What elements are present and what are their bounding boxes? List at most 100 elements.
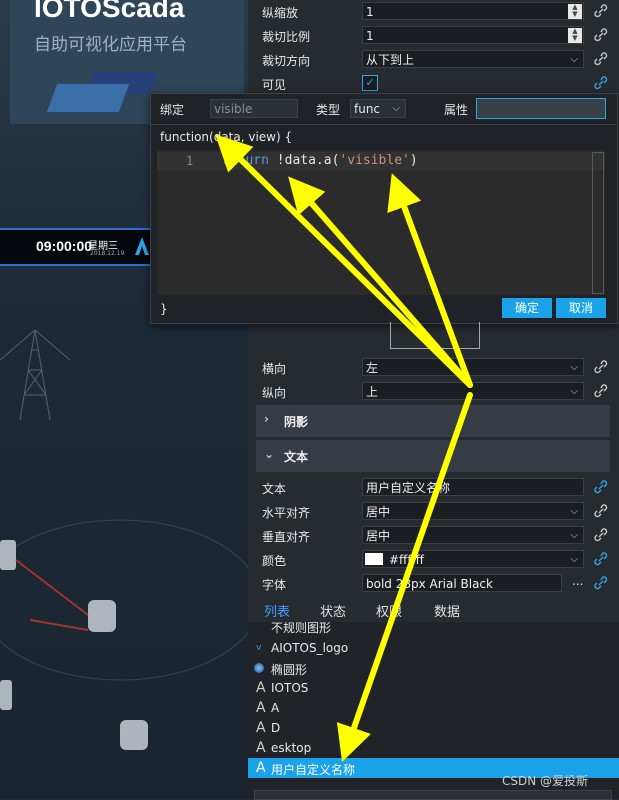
link-icon[interactable] xyxy=(594,28,608,42)
list-item-label: 不规则图形 xyxy=(271,621,332,635)
chevron-down-icon: ⌵ xyxy=(570,530,578,541)
prop-label-text: 文本 xyxy=(262,482,287,496)
cancel-button[interactable]: 取消 xyxy=(556,298,606,318)
tab-data[interactable]: 数据 xyxy=(434,601,460,620)
text-input[interactable]: 用户自定义名称 xyxy=(362,478,584,496)
list-item-label: 椭圆形 xyxy=(271,663,308,677)
tab-permission[interactable]: 权限 xyxy=(376,601,402,620)
horizontal-select[interactable]: 左 ⌵ xyxy=(362,358,584,376)
divider xyxy=(150,124,616,125)
visible-checkbox[interactable]: ✓ xyxy=(362,75,378,91)
h-align-value: 居中 xyxy=(366,505,391,519)
link-icon-active[interactable] xyxy=(594,480,608,494)
type-value: func xyxy=(354,102,381,116)
confirm-button[interactable]: 确定 xyxy=(502,298,552,318)
list-item-label: 用户自定义名称 xyxy=(271,763,356,777)
list-item[interactable]: A A xyxy=(248,698,619,718)
list-item[interactable]: A D xyxy=(248,718,619,738)
link-icon[interactable] xyxy=(594,504,608,518)
line-number: 1 xyxy=(186,154,194,168)
chevron-down-icon: ⌵ xyxy=(570,362,578,373)
scada-illustration xyxy=(0,329,248,750)
clock-date: 2018.12.19 xyxy=(90,250,125,257)
spinner-arrows-icon[interactable]: ▲ ▼ xyxy=(568,28,582,43)
prop-label-v-align: 垂直对齐 xyxy=(262,530,311,544)
list-item[interactable]: A esktop xyxy=(248,738,619,758)
link-icon[interactable] xyxy=(594,52,608,66)
link-icon-active[interactable] xyxy=(594,576,608,590)
list-item[interactable]: v AIOTOS_logo xyxy=(248,638,619,658)
prop-label-scale-y: 纵缩放 xyxy=(262,6,299,20)
list-footer xyxy=(254,790,612,800)
list-item-label: IOTOS xyxy=(271,681,309,695)
section-text[interactable]: ⌄ 文本 xyxy=(256,440,610,472)
list-item[interactable]: A IOTOS xyxy=(248,678,619,698)
link-icon[interactable] xyxy=(594,4,608,18)
vertical-value: 上 xyxy=(366,385,379,399)
type-select[interactable]: func ⌵ xyxy=(350,99,406,118)
prop-label-color: 颜色 xyxy=(262,554,287,568)
chevron-down-icon: ⌵ xyxy=(570,554,578,565)
code-keyword: return xyxy=(222,153,269,168)
brand-logo-icon xyxy=(135,237,149,255)
prop-label-crop-direction: 裁切方向 xyxy=(262,54,311,68)
list-item-label: esktop xyxy=(271,741,312,755)
list-item-label: AIOTOS_logo xyxy=(271,641,349,655)
crop-direction-select[interactable]: 从下到上 ⌵ xyxy=(362,50,584,68)
v-align-select[interactable]: 居中 ⌵ xyxy=(362,526,584,544)
scale-y-value: 1 xyxy=(366,5,374,19)
code-end: ) xyxy=(409,153,418,168)
logo-subtitle: 自助可视化应用平台 xyxy=(34,35,187,55)
link-icon[interactable] xyxy=(594,360,608,374)
list-item-label: D xyxy=(271,721,281,735)
section-shadow[interactable]: › 阴影 xyxy=(256,405,610,437)
prop-label-vertical: 纵向 xyxy=(262,386,287,400)
code-expression: !data.a( xyxy=(268,153,340,168)
spinner-arrows-icon[interactable]: ▲ ▼ xyxy=(568,4,582,19)
list-item[interactable]: 不规则图形 xyxy=(248,620,619,636)
logo-title: IOTOScada xyxy=(34,0,185,23)
font-input[interactable]: bold 28px Arial Black xyxy=(362,574,562,592)
prop-label-h-align: 水平对齐 xyxy=(262,506,311,520)
type-label: 类型 xyxy=(316,103,341,117)
tab-status[interactable]: 状态 xyxy=(320,601,346,620)
color-select[interactable]: #ffffff ⌵ xyxy=(362,550,584,568)
bind-input[interactable]: visible xyxy=(210,99,298,118)
prop-label-visible: 可见 xyxy=(262,78,287,92)
link-icon-active[interactable] xyxy=(594,76,608,90)
text-icon: A xyxy=(256,720,266,736)
editor-scrollbar[interactable] xyxy=(592,152,604,294)
chevron-down-icon: ⌵ xyxy=(392,103,400,114)
prop-label-horizontal: 横向 xyxy=(262,362,287,376)
link-icon[interactable] xyxy=(594,384,608,398)
section-shadow-title: 阴影 xyxy=(284,415,309,429)
attr-input[interactable] xyxy=(476,98,606,119)
chevron-down-icon: ⌵ xyxy=(570,506,578,517)
link-icon-active[interactable] xyxy=(594,552,608,566)
code-editor[interactable] xyxy=(157,150,605,295)
text-icon: A xyxy=(256,680,266,696)
code-line[interactable]: return !data.a('visible') xyxy=(222,153,418,168)
font-more-button[interactable]: ... xyxy=(572,574,583,588)
crop-ratio-value: 1 xyxy=(366,29,374,43)
h-align-select[interactable]: 居中 ⌵ xyxy=(362,502,584,520)
text-icon: A xyxy=(256,740,266,756)
chevron-right-icon: › xyxy=(264,412,269,426)
link-icon[interactable] xyxy=(594,528,608,542)
vertical-select[interactable]: 上 ⌵ xyxy=(362,382,584,400)
chevron-down-icon: ⌄ xyxy=(264,447,275,461)
bind-label: 绑定 xyxy=(160,103,185,117)
chevron-down-icon: ⌵ xyxy=(570,54,578,65)
tab-list[interactable]: 列表 xyxy=(264,601,290,620)
list-item[interactable]: 椭圆形 xyxy=(248,658,619,678)
scale-y-input[interactable]: 1 ▲ ▼ xyxy=(362,2,584,20)
expand-icon[interactable]: v xyxy=(256,643,261,653)
attr-label: 属性 xyxy=(444,103,469,117)
anchor-preview xyxy=(390,322,480,349)
text-icon: A xyxy=(256,700,266,716)
clock-time: 09:00:00 xyxy=(36,238,93,254)
crop-direction-value: 从下到上 xyxy=(366,53,415,67)
crop-ratio-input[interactable]: 1 ▲ ▼ xyxy=(362,26,584,44)
list-item-label: A xyxy=(271,701,280,715)
v-align-value: 居中 xyxy=(366,529,391,543)
